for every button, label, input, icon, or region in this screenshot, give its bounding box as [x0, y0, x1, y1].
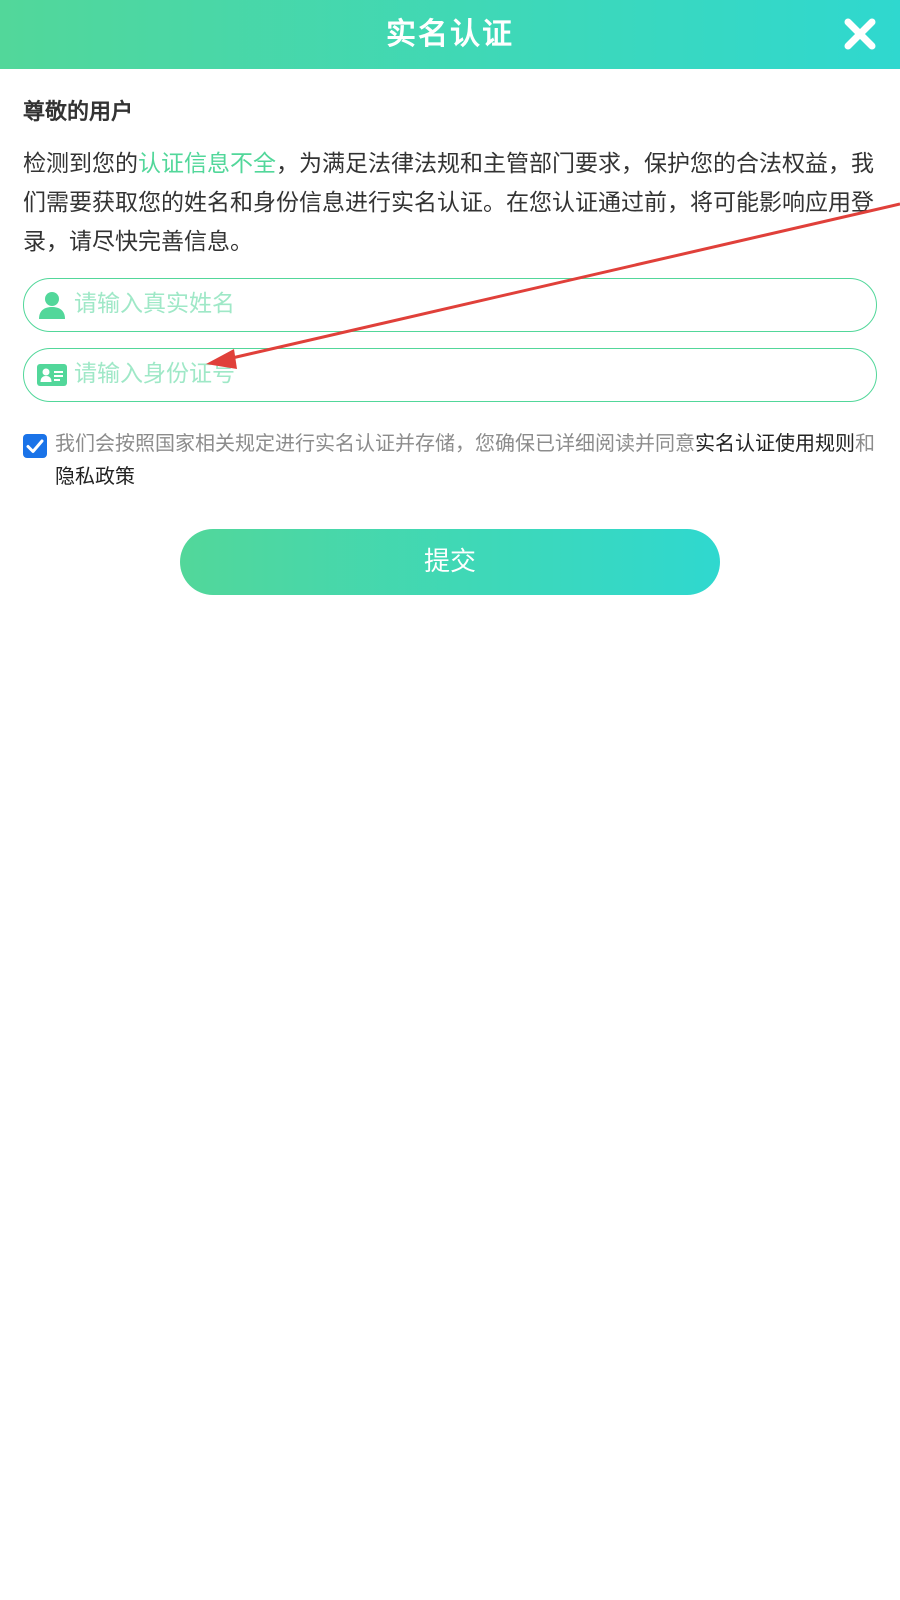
agreement-text: 我们会按照国家相关规定进行实名认证并存储，您确保已详细阅读并同意实名认证使用规则… [55, 427, 891, 493]
user-icon [39, 292, 65, 319]
id-number-input[interactable] [74, 349, 854, 399]
privacy-policy-link[interactable]: 隐私政策 [55, 464, 135, 488]
submit-button[interactable]: 提交 [180, 529, 720, 595]
id-field-container[interactable] [23, 348, 877, 402]
close-icon [844, 18, 876, 50]
agreement-text-before: 我们会按照国家相关规定进行实名认证并存储，您确保已详细阅读并同意 [55, 431, 695, 455]
greeting: 尊敬的用户 [23, 100, 134, 125]
checkmark-icon [26, 439, 44, 453]
id-card-icon [37, 364, 67, 386]
name-input[interactable] [74, 279, 854, 329]
name-field-container[interactable] [23, 278, 877, 332]
agree-checkbox[interactable] [23, 434, 47, 458]
realname-rules-link[interactable]: 实名认证使用规则 [695, 431, 855, 455]
notice-text-before: 检测到您的 [23, 151, 138, 177]
header-bar: 实名认证 [0, 0, 900, 69]
close-button[interactable] [842, 16, 878, 52]
notice-highlight: 认证信息不全 [138, 151, 276, 177]
page-title: 实名认证 [386, 17, 514, 52]
notice-text: 检测到您的认证信息不全，为满足法律法规和主管部门要求，保护您的合法权益，我们需要… [23, 145, 883, 262]
agreement-conjunction: 和 [855, 431, 875, 455]
